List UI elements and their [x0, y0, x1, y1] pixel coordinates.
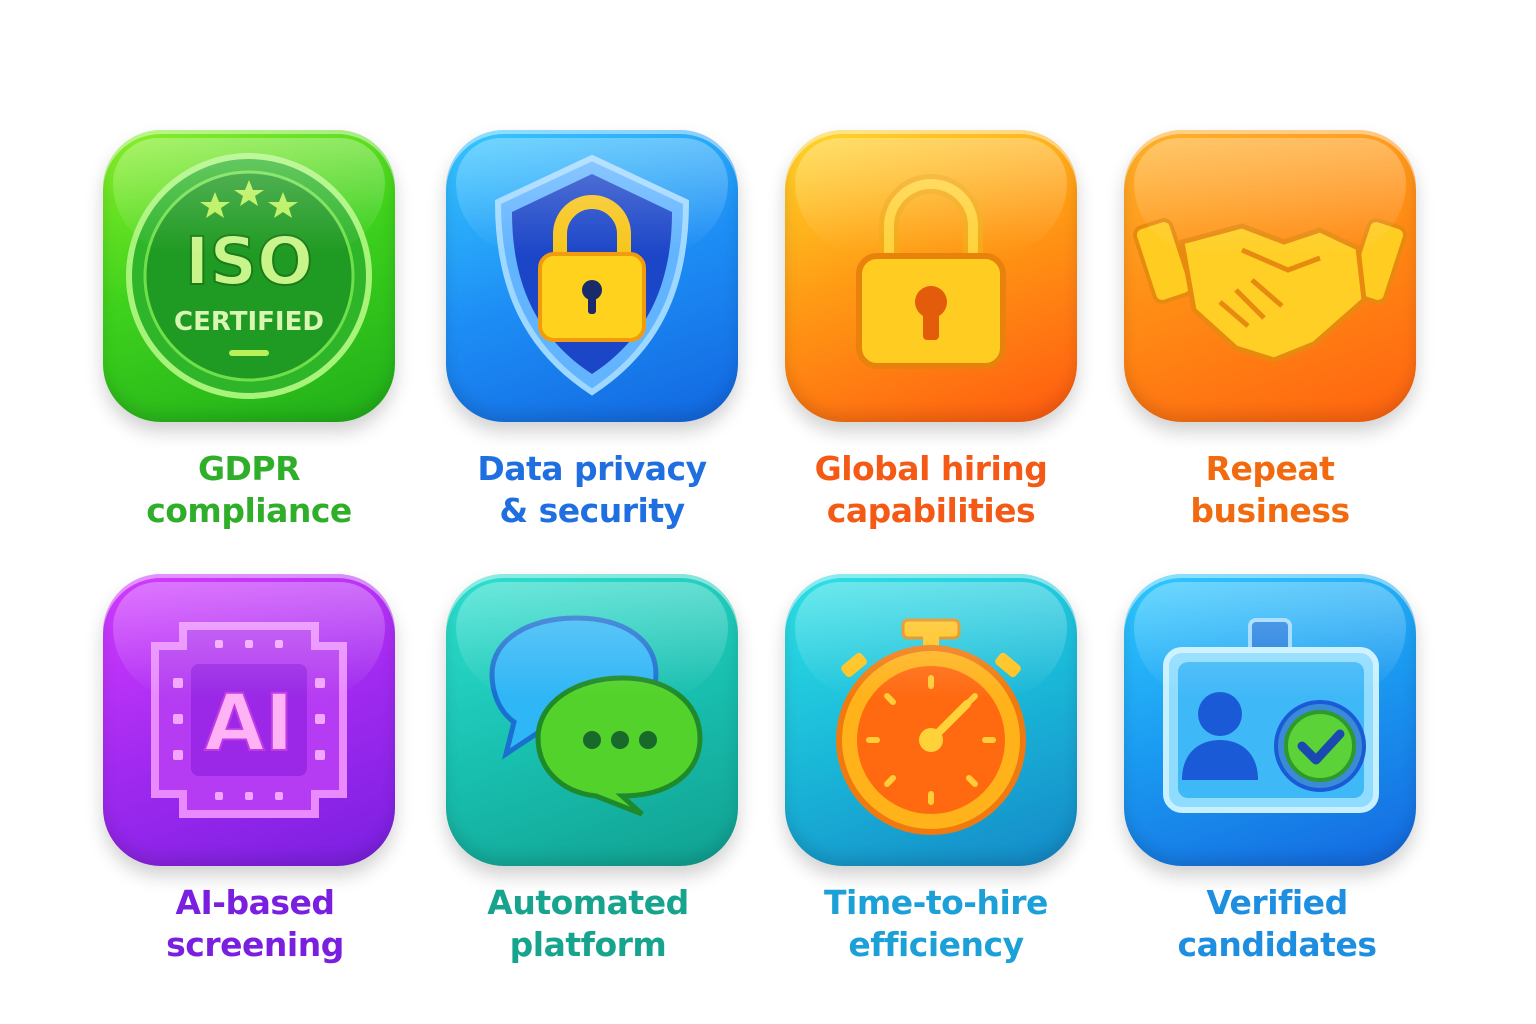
shield-lock-icon: [494, 154, 690, 396]
ai-screening-badge: AI: [103, 574, 395, 866]
certified-text: CERTIFIED: [174, 307, 324, 337]
ai-chip-icon: AI: [151, 622, 347, 818]
ai-chip-text: AI: [204, 679, 293, 769]
automated-platform-badge: [446, 574, 738, 866]
verified-candidates-badge: [1124, 574, 1416, 866]
global-hiring-caption: Global hiring capabilities: [814, 449, 1048, 530]
global-hiring-badge: [785, 130, 1077, 422]
padlock-icon: [856, 174, 1006, 369]
ai-screening-caption: AI-based screening: [166, 883, 344, 964]
repeat-business-caption: Repeat business: [1190, 449, 1350, 530]
verified-id-card-icon: [1163, 618, 1379, 813]
chat-bubbles-icon: [489, 615, 703, 817]
gdpr-compliance-badge: ISO CERTIFIED: [103, 130, 395, 422]
time-to-hire-badge: [785, 574, 1077, 866]
iso-certified-icon: ISO CERTIFIED: [126, 153, 372, 399]
stopwatch-icon: [836, 618, 1026, 835]
gdpr-caption: GDPR compliance: [146, 449, 352, 530]
repeat-business-badge: [1124, 130, 1416, 422]
privacy-caption: Data privacy & security: [477, 449, 707, 530]
automated-platform-caption: Automated platform: [487, 883, 689, 964]
time-to-hire-caption: Time-to-hire efficiency: [824, 883, 1048, 964]
verified-candidates-caption: Verified candidates: [1177, 883, 1377, 964]
handshake-icon: [1132, 218, 1408, 363]
iso-text: ISO: [185, 223, 313, 300]
data-privacy-badge: [446, 130, 738, 422]
